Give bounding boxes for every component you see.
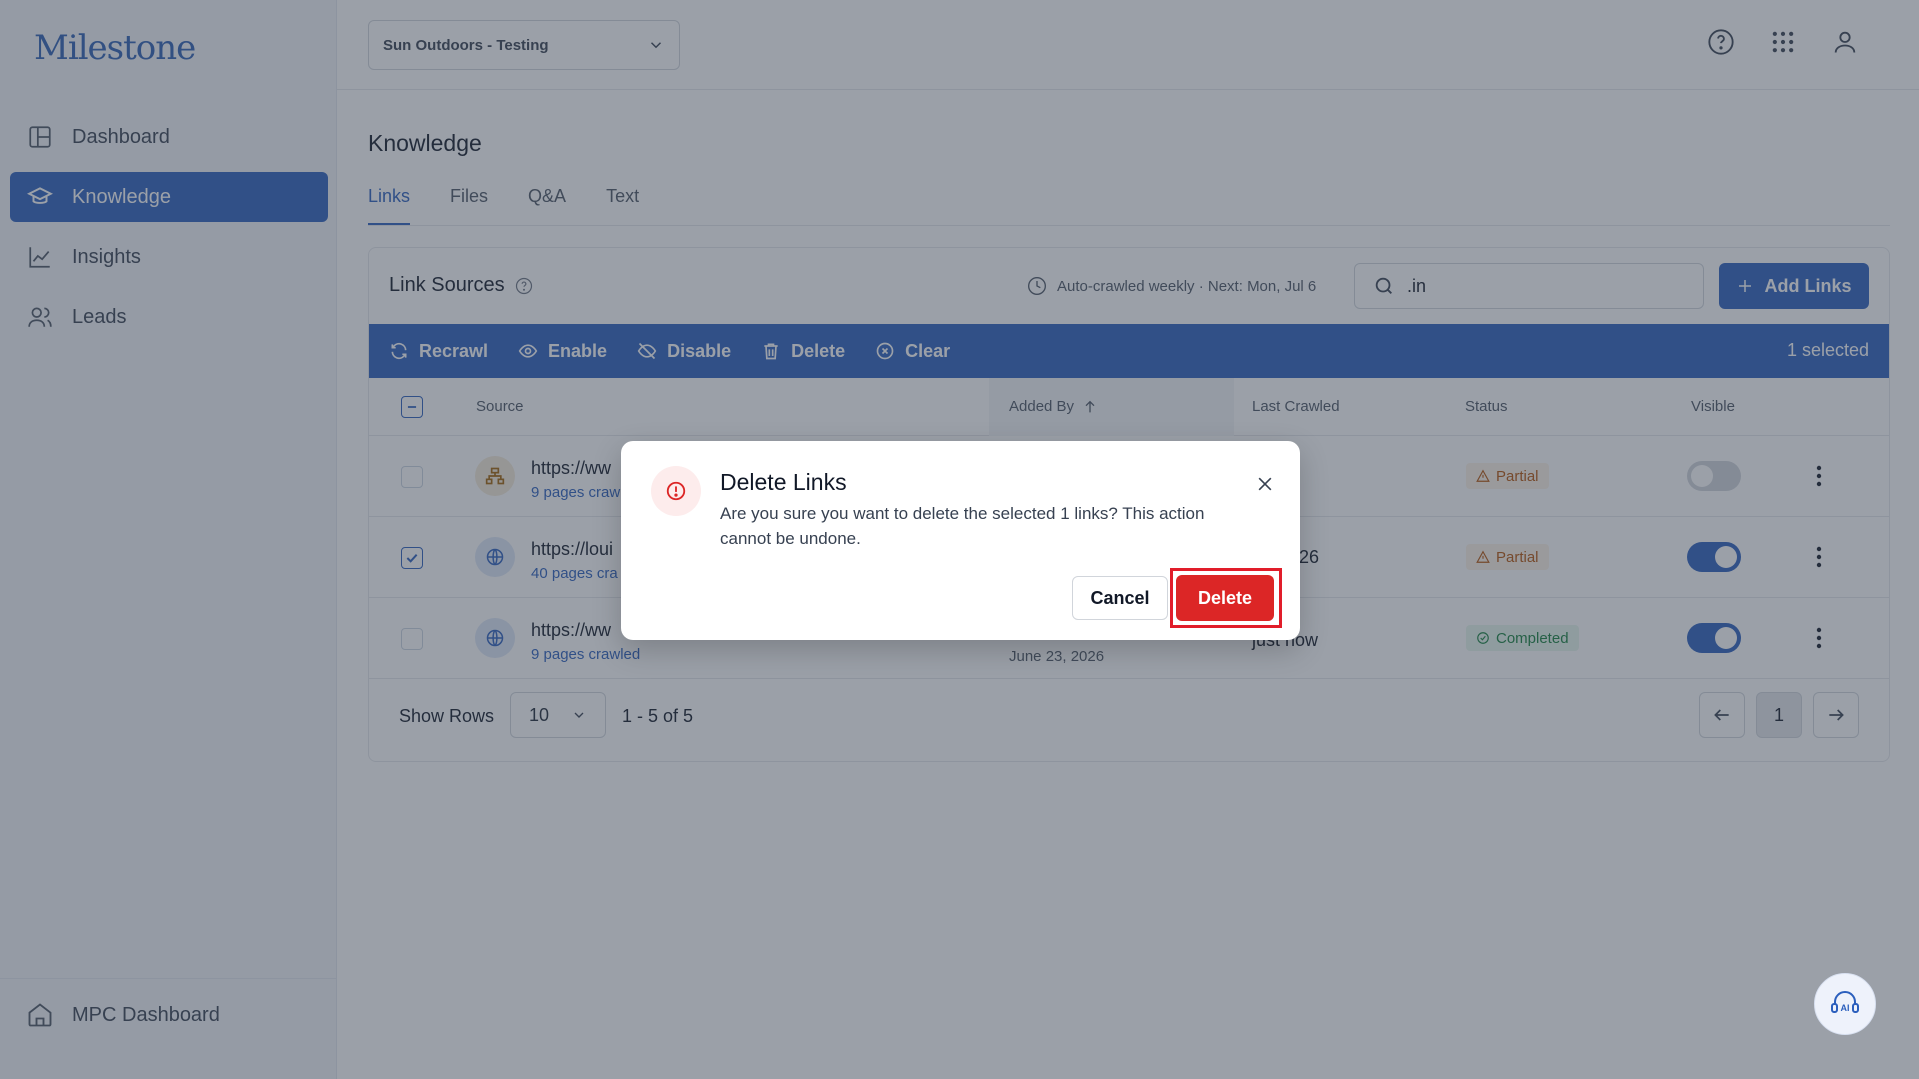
alert-circle-icon bbox=[651, 466, 701, 516]
cancel-button[interactable]: Cancel bbox=[1072, 576, 1168, 620]
ai-assistant-icon: AI bbox=[1828, 987, 1862, 1021]
svg-text:AI: AI bbox=[1841, 1003, 1850, 1013]
dialog-message: Are you sure you want to delete the sele… bbox=[720, 504, 1205, 548]
dialog-title: Delete Links bbox=[720, 469, 847, 495]
close-icon[interactable] bbox=[1255, 474, 1275, 494]
delete-button[interactable]: Delete bbox=[1176, 575, 1274, 621]
ai-assistant-button[interactable]: AI bbox=[1814, 973, 1876, 1035]
delete-links-dialog: Delete Links Are you sure you want to de… bbox=[621, 441, 1300, 640]
